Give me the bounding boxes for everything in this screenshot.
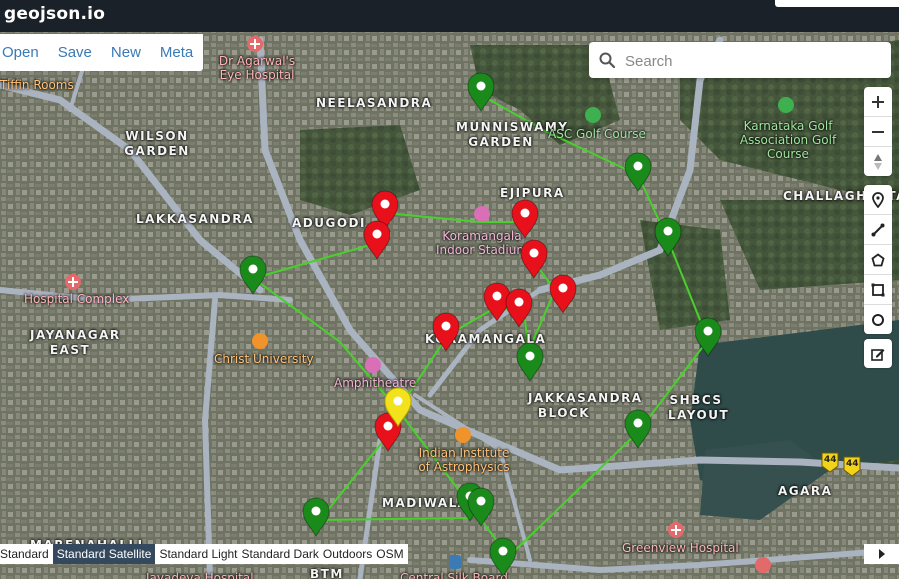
draw-polygon-button[interactable] — [864, 245, 892, 275]
green-marker-7[interactable] — [302, 497, 330, 537]
zoom-in-button[interactable] — [864, 87, 892, 117]
compass-icon — [874, 153, 882, 170]
green-marker-5[interactable] — [516, 342, 544, 382]
search-input[interactable] — [623, 48, 887, 74]
edit-features-button[interactable] — [864, 339, 892, 368]
search-box — [589, 42, 891, 78]
edit-controls — [864, 339, 892, 368]
zoom-controls — [864, 87, 892, 176]
draw-line-button[interactable] — [864, 215, 892, 245]
layer-switcher: Standard Standard Satellite Standard Lig… — [0, 544, 408, 564]
plus-icon — [872, 95, 884, 108]
red-marker-3[interactable] — [511, 199, 539, 239]
reset-bearing-button[interactable] — [864, 147, 892, 176]
circle-icon — [872, 313, 884, 326]
layer-osm[interactable]: OSM — [376, 544, 407, 564]
chevron-right-icon — [878, 549, 885, 559]
green-marker-6[interactable] — [624, 409, 652, 449]
polygon-icon — [871, 252, 885, 266]
green-marker-9[interactable] — [467, 487, 495, 527]
search-icon — [599, 52, 615, 68]
red-marker-4[interactable] — [520, 239, 548, 279]
meta-menu-item[interactable]: Meta — [160, 44, 193, 61]
red-marker-5[interactable] — [549, 274, 577, 314]
markers-layer — [239, 72, 722, 577]
red-marker-7[interactable] — [505, 288, 533, 328]
red-marker-2[interactable] — [363, 220, 391, 260]
zoom-out-button[interactable] — [864, 117, 892, 147]
line-icon — [871, 223, 885, 236]
green-marker-11[interactable] — [654, 217, 682, 257]
green-marker-2[interactable] — [624, 152, 652, 192]
red-marker-8[interactable] — [432, 312, 460, 352]
marker-icon — [872, 191, 884, 208]
draw-point-button[interactable] — [864, 185, 892, 215]
minus-icon — [872, 130, 884, 133]
draw-rectangle-button[interactable] — [864, 275, 892, 305]
edit-icon — [871, 348, 885, 361]
rectangle-icon — [871, 283, 885, 296]
layer-standard-light[interactable]: Standard Light — [159, 544, 241, 564]
file-menu: Open Save New Meta — [0, 34, 204, 71]
draw-circle-button[interactable] — [864, 305, 892, 334]
collapse-panel-button[interactable] — [864, 544, 899, 564]
green-marker-4[interactable] — [694, 317, 722, 357]
layer-standard-satellite[interactable]: Standard Satellite — [52, 544, 156, 564]
green-marker-3[interactable] — [239, 255, 267, 295]
save-menu-item[interactable]: Save — [58, 44, 92, 61]
layer-outdoors[interactable]: Outdoors — [323, 544, 376, 564]
green-marker-10[interactable] — [489, 537, 517, 577]
green-marker-1[interactable] — [467, 72, 495, 112]
new-menu-item[interactable]: New — [111, 44, 141, 61]
draw-controls — [864, 185, 892, 334]
open-menu-item[interactable]: Open — [2, 44, 39, 61]
layer-standard-dark[interactable]: Standard Dark — [242, 544, 323, 564]
layer-standard[interactable]: Standard — [0, 544, 53, 564]
